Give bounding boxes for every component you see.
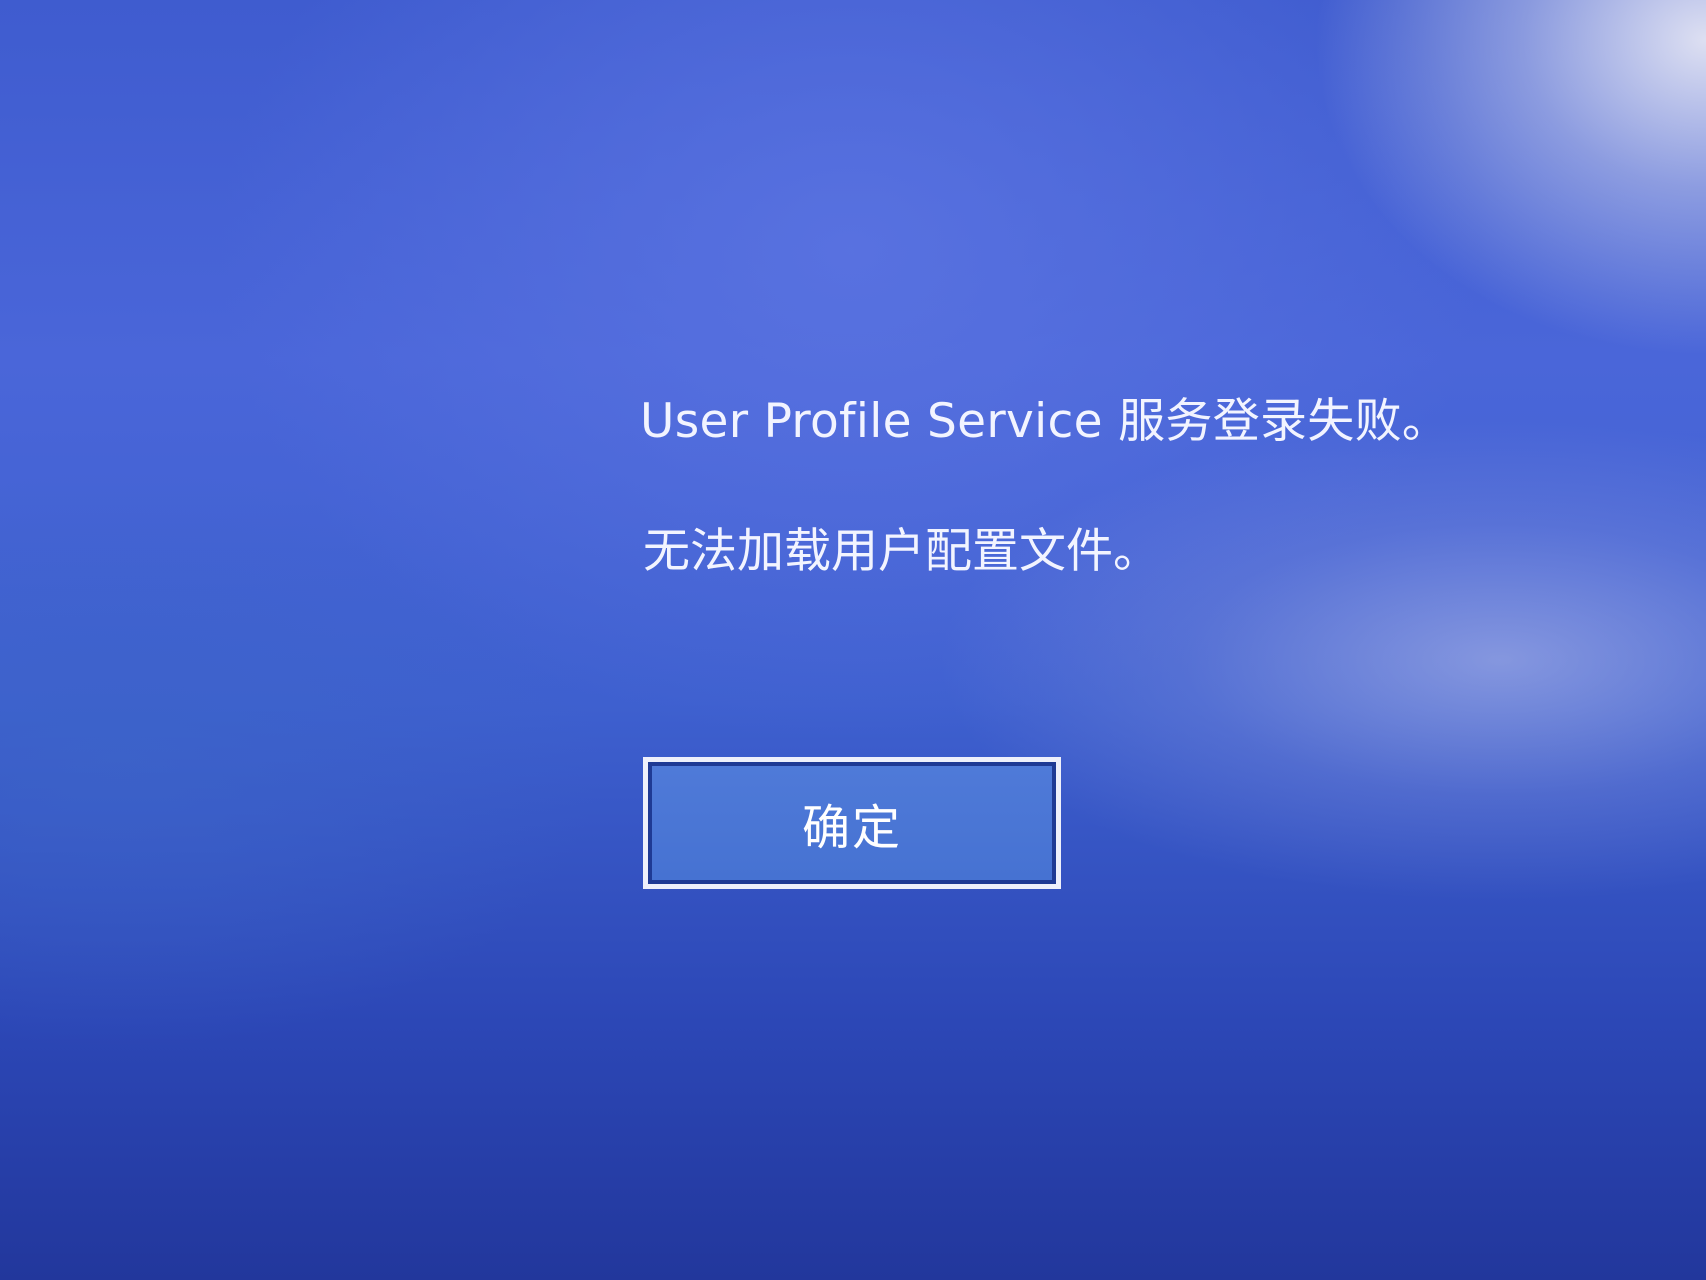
login-screen: User Profile Service 服务登录失败。 无法加载用户配置文件。… bbox=[0, 0, 1706, 1280]
ok-button[interactable]: 确定 bbox=[643, 757, 1061, 889]
ok-button-face[interactable]: 确定 bbox=[652, 766, 1052, 880]
error-message-title: User Profile Service 服务登录失败。 bbox=[640, 394, 1450, 449]
ok-button-label: 确定 bbox=[801, 800, 902, 856]
error-message-detail: 无法加载用户配置文件。 bbox=[643, 524, 1160, 579]
